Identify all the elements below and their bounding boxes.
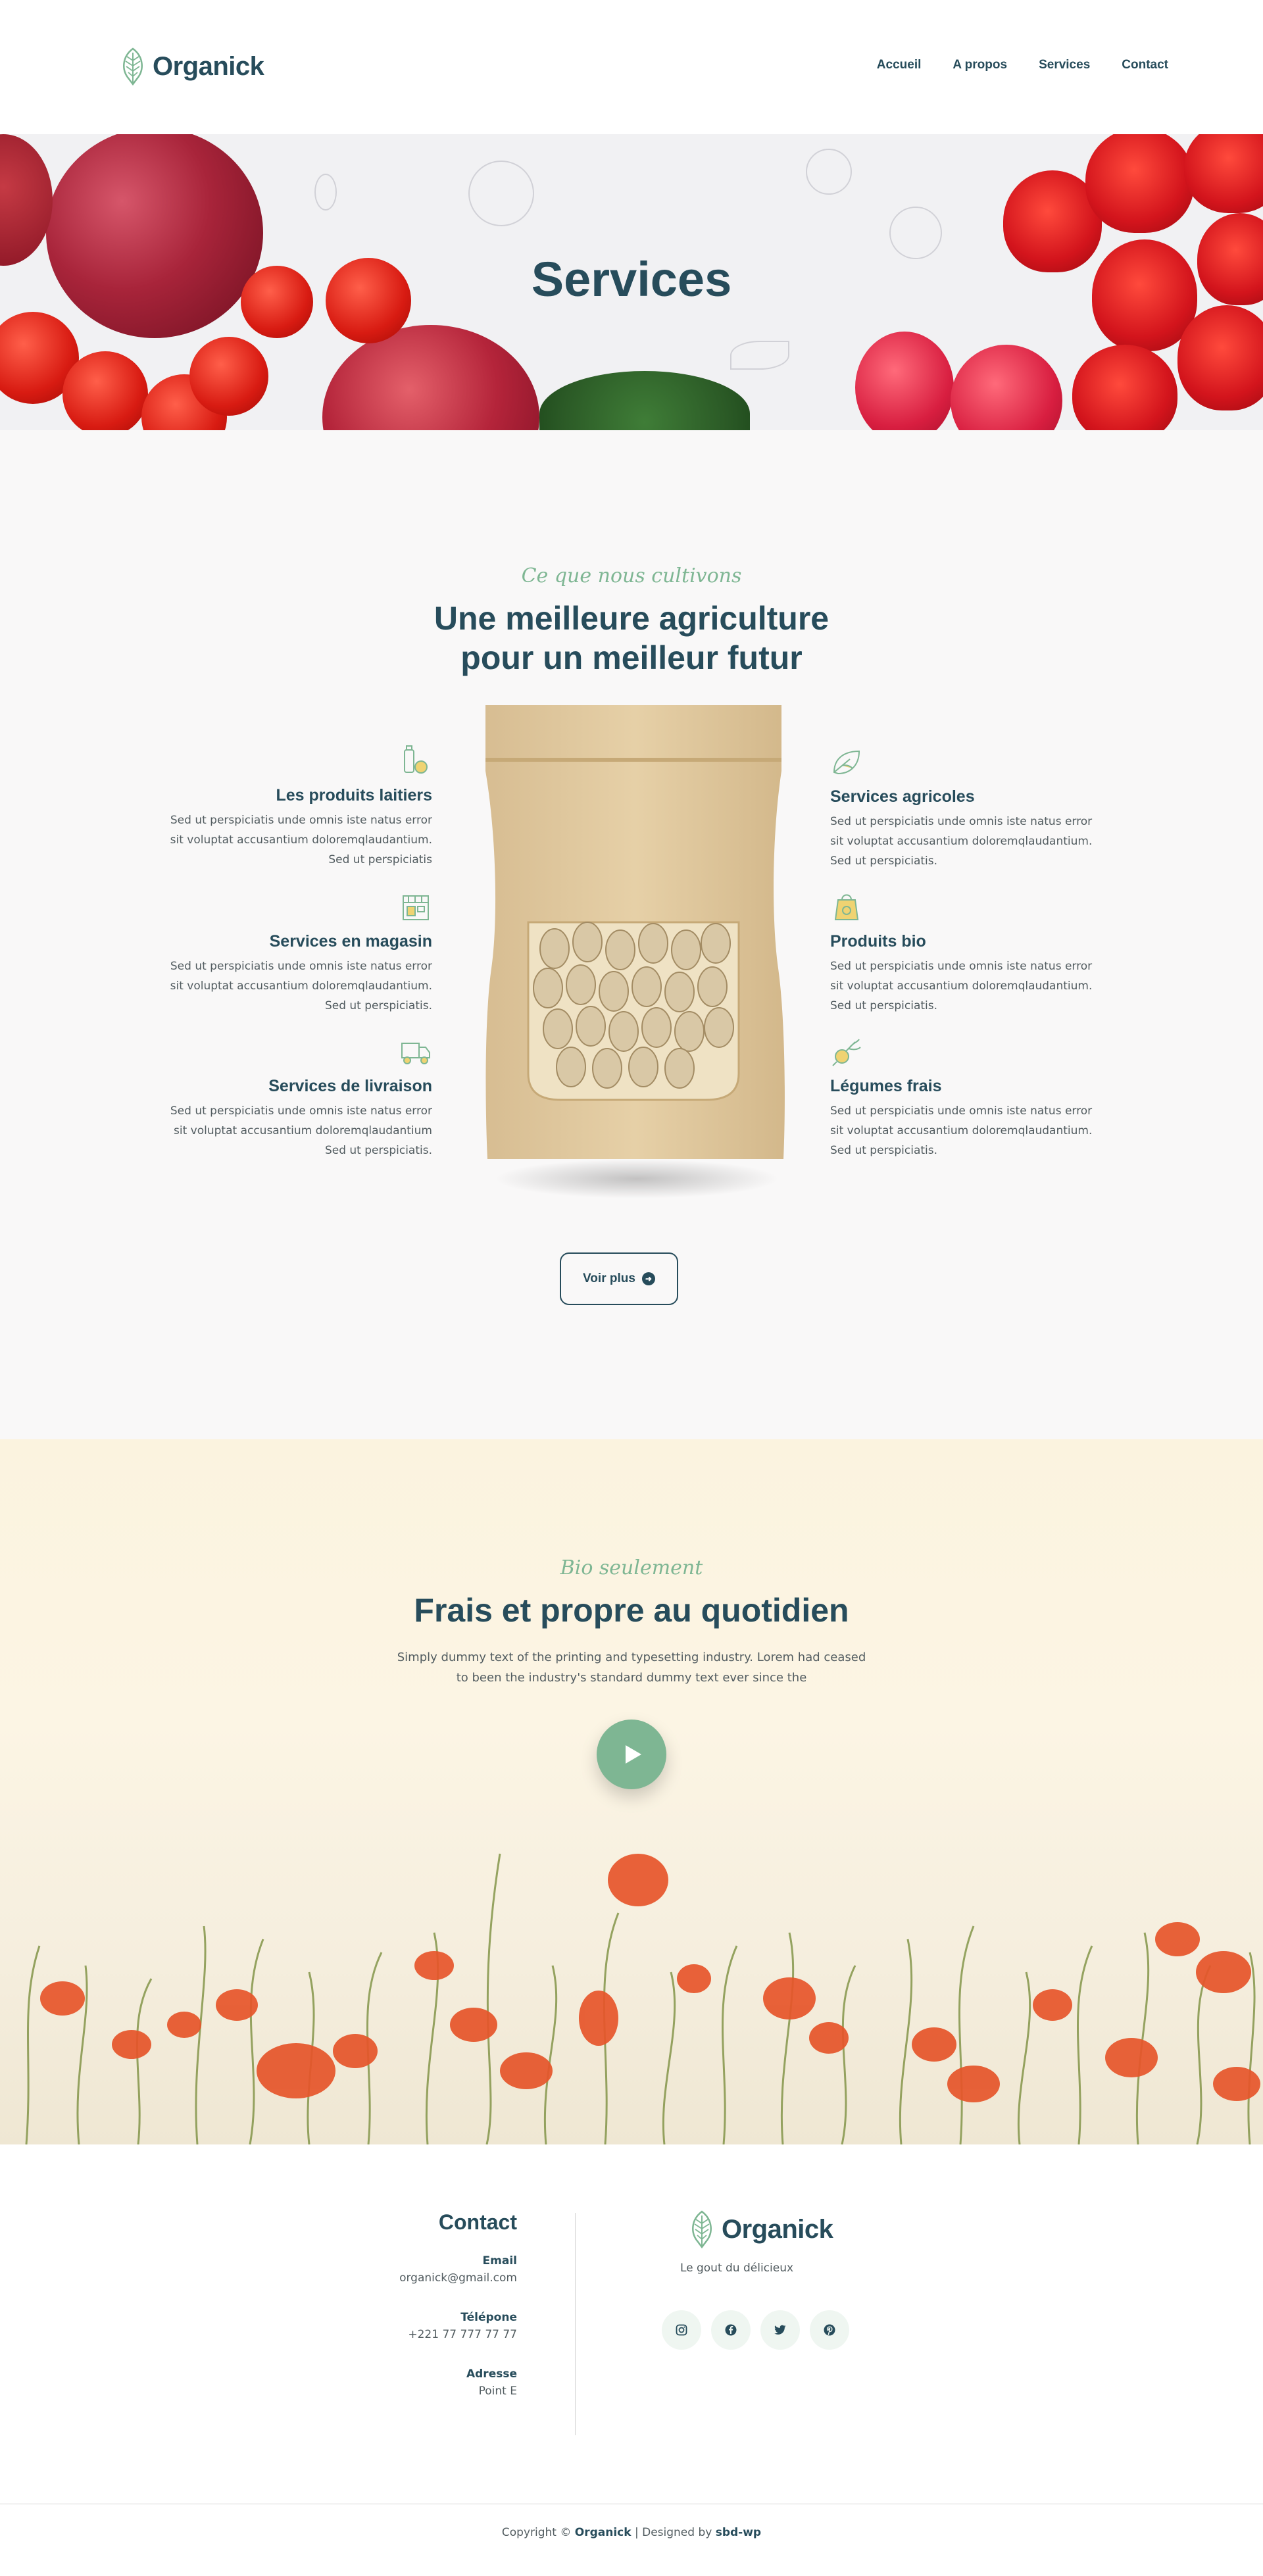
copyright-prefix: Copyright © [501, 2526, 575, 2539]
service-description: Sed ut perspiciatis unde omnis iste natu… [170, 814, 432, 866]
strawberry-image [1072, 345, 1177, 430]
fresh-section: Bio seulement Frais et propre au quotidi… [0, 1439, 1263, 2144]
service-agriculture: Services agricoles Sed ut perspiciatis u… [830, 746, 1093, 871]
footer-logo-text: Organick [722, 2214, 833, 2244]
leaf-logo-icon [692, 2210, 712, 2248]
play-video-button[interactable] [597, 1720, 666, 1789]
service-organic: Produits bio Sed ut perspiciatis unde om… [830, 891, 1093, 1016]
service-description: Sed ut perspiciatis unde omnis iste natu… [830, 1104, 1093, 1157]
hero-banner: Services [0, 134, 1263, 430]
copyright-brand: Organick [574, 2526, 632, 2539]
pistachio-bag-image [485, 705, 785, 1199]
store-icon [403, 895, 429, 920]
greens-image [539, 371, 750, 430]
phone-label: Télépone [460, 2311, 517, 2324]
site-header: Organick Accueil A propos Services Conta… [0, 0, 1263, 134]
address-label: Adresse [466, 2367, 517, 2381]
twitter-link[interactable] [760, 2310, 800, 2350]
logo[interactable]: Organick [118, 47, 264, 86]
copyright-designer[interactable]: sbd-wp [716, 2526, 761, 2539]
service-description: Sed ut perspiciatis unde omnis iste natu… [830, 960, 1093, 1012]
strawberry-image [1085, 134, 1194, 233]
nav-a-propos[interactable]: A propos [953, 58, 1007, 72]
email-value[interactable]: organick@gmail.com [368, 2271, 517, 2285]
contact-title: Contact [438, 2210, 517, 2234]
footer-logo[interactable]: Organick [687, 2210, 833, 2248]
strawberry-image [1184, 134, 1263, 213]
logo-text: Organick [153, 51, 264, 81]
service-description: Sed ut perspiciatis unde omnis iste natu… [830, 815, 1093, 868]
services-heading: Une meilleure agriculture pour un meille… [0, 599, 1263, 678]
seed-doodle [314, 174, 337, 211]
page-title: Services [531, 252, 732, 307]
fresh-script-subtitle: Bio seulement [560, 1556, 703, 1579]
main-nav: Accueil A propos Services Contact [845, 58, 1168, 72]
facebook-link[interactable] [711, 2310, 751, 2350]
onion-doodle [468, 161, 534, 226]
services-script-subtitle: Ce que nous cultivons [521, 564, 742, 587]
strawberry-doodle [806, 149, 852, 195]
fresh-description: Simply dummy text of the printing and ty… [0, 1647, 1263, 1688]
phone-value[interactable]: +221 77 777 77 77 [368, 2328, 517, 2341]
leaf-icon [833, 750, 860, 775]
organic-bag-icon [834, 894, 859, 920]
service-store: Services en magasin Sed ut perspiciatis … [169, 891, 432, 1016]
leaf-doodle [730, 341, 789, 370]
email-label: Email [482, 2254, 517, 2267]
dairy-icon [404, 745, 428, 774]
copyright-mid: | Designed by [631, 2526, 716, 2539]
fresh-description-line2: to been the industry's standard dummy te… [456, 1671, 807, 1685]
tomato-image [189, 337, 268, 416]
footer-divider [575, 2213, 576, 2435]
instagram-icon [676, 2324, 687, 2336]
pinterest-link[interactable] [810, 2310, 849, 2350]
service-title: Légumes frais [830, 1077, 942, 1095]
service-description: Sed ut perspiciatis unde omnis iste natu… [170, 1104, 432, 1157]
apple-image [46, 134, 263, 338]
service-title: Services en magasin [269, 932, 432, 951]
facebook-icon [725, 2324, 737, 2336]
services-heading-line2: pour un meilleur futur [460, 639, 803, 676]
copyright-text: Copyright © Organick | Designed by sbd-w… [0, 2526, 1263, 2539]
nav-services[interactable]: Services [1039, 58, 1090, 72]
service-description: Sed ut perspiciatis unde omnis iste natu… [170, 960, 432, 1012]
instagram-link[interactable] [662, 2310, 701, 2350]
nav-accueil[interactable]: Accueil [877, 58, 922, 72]
radish-image [855, 332, 954, 430]
pinterest-icon [824, 2324, 835, 2336]
social-links [662, 2310, 849, 2350]
service-vegetables: Légumes frais Sed ut perspiciatis unde o… [830, 1035, 1093, 1160]
fresh-description-line1: Simply dummy text of the printing and ty… [397, 1650, 866, 1664]
radish-icon [832, 1039, 861, 1066]
service-title: Services agricoles [830, 787, 975, 806]
service-title: Les produits laitiers [276, 786, 432, 805]
site-footer: Contact Email organick@gmail.com Télépon… [0, 2144, 1263, 2576]
poppy-field-image [25, 1853, 1260, 2144]
footer-tagline: Le gout du délicieux [680, 2262, 794, 2275]
address-value: Point E [478, 2385, 517, 2398]
service-delivery: Services de livraison Sed ut perspiciati… [169, 1035, 432, 1160]
services-heading-line1: Une meilleure agriculture [433, 600, 830, 637]
nav-contact[interactable]: Contact [1122, 58, 1168, 72]
service-title: Produits bio [830, 932, 926, 951]
voir-plus-button[interactable]: Voir plus ➜ [560, 1252, 678, 1305]
service-dairy: Les produits laitiers Sed ut perspiciati… [169, 745, 432, 870]
radish-image [951, 345, 1062, 430]
play-icon [626, 1745, 641, 1764]
leaf-logo-icon [123, 47, 143, 86]
services-section: Ce que nous cultivons Une meilleure agri… [0, 430, 1263, 1439]
fresh-heading: Frais et propre au quotidien [414, 1592, 849, 1629]
voir-plus-label: Voir plus [583, 1272, 635, 1285]
service-title: Services de livraison [268, 1077, 432, 1095]
twitter-icon [774, 2325, 786, 2335]
delivery-truck-icon [401, 1043, 430, 1064]
arrow-right-icon: ➜ [641, 1272, 655, 1285]
tomato-image [62, 351, 148, 430]
apple-image [0, 134, 53, 266]
contact-block: Contact Email organick@gmail.com Télépon… [368, 2210, 517, 2398]
